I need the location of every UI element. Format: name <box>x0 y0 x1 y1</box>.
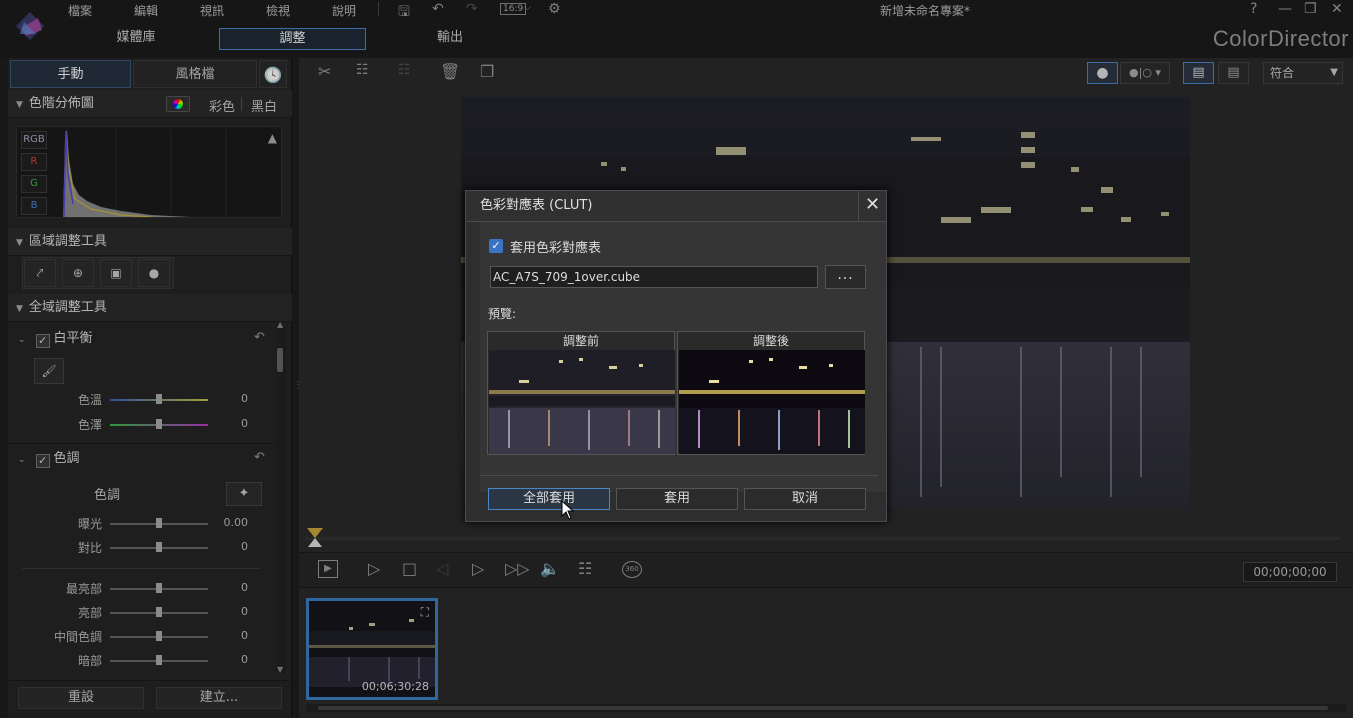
apply-button[interactable]: 套用 <box>616 488 738 510</box>
preview-label: 預覽: <box>488 307 517 321</box>
before-label: 調整前 <box>562 334 599 348</box>
browse-button[interactable]: ... <box>825 265 866 289</box>
mouse-cursor-icon <box>561 500 575 520</box>
close-icon[interactable]: ✕ <box>858 191 886 222</box>
before-preview: 調整前 <box>487 331 675 455</box>
apply-clut-checkbox[interactable]: ✓ <box>489 239 503 253</box>
apply-clut-label: 套用色彩對應表 <box>510 241 602 256</box>
after-preview: 調整後 <box>677 331 865 455</box>
after-label: 調整後 <box>752 334 789 348</box>
cancel-button[interactable]: 取消 <box>744 488 866 510</box>
clut-file-input[interactable]: AC_A7S_709_1over.cube <box>490 266 818 288</box>
before-image <box>489 350 675 454</box>
clut-dialog: 色彩對應表 (CLUT) ✕ ✓ 套用色彩對應表 AC_A7S_709_1ove… <box>465 190 887 522</box>
dialog-title: 色彩對應表 (CLUT) <box>466 191 886 222</box>
apply-all-button[interactable]: 全部套用 <box>488 488 610 510</box>
divider <box>480 475 878 476</box>
after-image <box>679 350 865 454</box>
